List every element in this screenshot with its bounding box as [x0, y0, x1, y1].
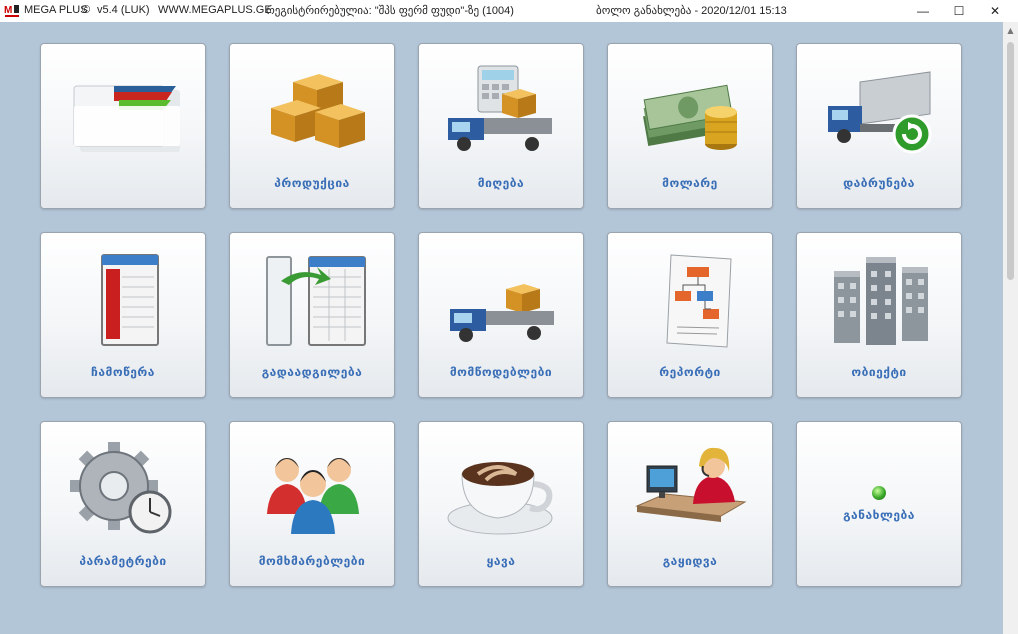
supplier-truck-icon	[450, 284, 554, 342]
svg-text:M: M	[4, 5, 12, 16]
tile-cashier[interactable]: მოლარე	[607, 43, 773, 209]
app-version: v5.4 (LUK)	[97, 4, 150, 16]
tile-writeoff[interactable]: ჩამოწერა	[40, 232, 206, 398]
app-name: MEGA PLUS	[24, 4, 88, 16]
registration-info: რეგისტრირებულია: "შპს ფერმ ფუდი"-ზე (100…	[266, 5, 514, 17]
tile-returns[interactable]: დაბრუნება	[796, 43, 962, 209]
boxes-icon	[271, 74, 365, 148]
tile-label: გაყიდვა	[662, 554, 718, 568]
scroll-up-icon[interactable]: ▲	[1006, 26, 1015, 35]
tile-parameters[interactable]: პარამეტრები	[40, 421, 206, 587]
tile-label: პროდუქცია	[274, 176, 350, 190]
report-icon	[666, 254, 732, 348]
tile-folders[interactable]	[40, 43, 206, 209]
tile-products[interactable]: პროდუქცია	[229, 43, 395, 209]
folders-icon	[73, 85, 180, 152]
tile-label: მომხმარებლები	[258, 554, 366, 568]
app-logo-icon: M	[4, 3, 20, 19]
tile-suppliers[interactable]: მომწოდებლები	[418, 232, 584, 398]
website-link: WWW.MEGAPLUS.GE	[158, 4, 272, 16]
tile-object[interactable]: ობიექტი	[796, 232, 962, 398]
vertical-scrollbar[interactable]: ▲	[1003, 22, 1018, 634]
tile-label: პარამეტრები	[79, 554, 167, 568]
tile-label: გადაადგილება	[261, 365, 363, 379]
tile-receiving[interactable]: მიღება	[418, 43, 584, 209]
sales-operator-icon	[635, 447, 747, 522]
receiving-truck-icon	[448, 65, 552, 151]
tile-label: ჩამოწერა	[91, 365, 155, 379]
tile-update[interactable]: განახლება	[796, 421, 962, 587]
close-button[interactable]: ✕	[978, 0, 1012, 22]
title-bar: M MEGA PLUS © v5.4 (LUK) WWW.MEGAPLUS.GE…	[0, 0, 1018, 22]
scrollbar-thumb[interactable]	[1007, 42, 1014, 280]
tile-label: მოლარე	[662, 176, 718, 190]
copyright-symbol: ©	[82, 4, 91, 16]
tile-label: მომწოდებლები	[449, 365, 553, 379]
gear-icon	[70, 442, 172, 534]
maximize-button[interactable]: ☐	[942, 0, 976, 22]
tile-coffee[interactable]: ყავა	[418, 421, 584, 587]
return-truck-icon	[828, 71, 932, 154]
users-icon	[267, 458, 359, 534]
buildings-icon	[834, 257, 928, 345]
tile-label: დაბრუნება	[843, 176, 915, 190]
tile-transfer[interactable]: გადაადგილება	[229, 232, 395, 398]
tile-label: განახლება	[843, 508, 915, 522]
money-icon	[643, 84, 737, 150]
minimize-button[interactable]: —	[906, 0, 940, 22]
tile-label: რეპორტი	[659, 365, 721, 379]
tile-label: ყავა	[486, 554, 516, 568]
tile-sales[interactable]: გაყიდვა	[607, 421, 773, 587]
tile-users[interactable]: მომხმარებლები	[229, 421, 395, 587]
update-dot-icon	[872, 486, 886, 500]
tile-label: მიღება	[477, 176, 525, 190]
tile-label: ობიექტი	[851, 365, 907, 379]
last-update-info: ბოლო განახლება - 2020/12/01 15:13	[596, 5, 787, 17]
transfer-sheet-icon	[266, 256, 366, 346]
writeoff-sheet-icon	[101, 254, 159, 346]
coffee-icon	[447, 462, 553, 535]
tile-report[interactable]: რეპორტი	[607, 232, 773, 398]
